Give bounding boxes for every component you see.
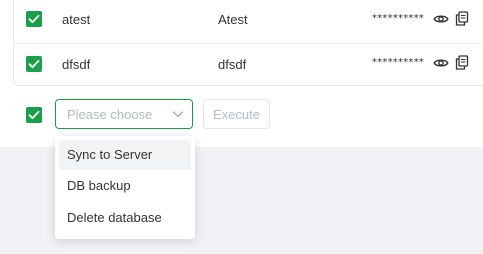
copy-icon[interactable] bbox=[455, 11, 469, 26]
check-icon bbox=[28, 14, 40, 24]
execute-button[interactable]: Execute bbox=[203, 99, 270, 129]
option-db-backup[interactable]: DB backup bbox=[59, 171, 191, 201]
database-list-card: atest Atest ********** dfsdf dfsdf *****… bbox=[0, 0, 483, 147]
check-icon bbox=[28, 110, 40, 120]
option-delete-database[interactable]: Delete database bbox=[59, 203, 191, 233]
database-display-name: dfsdf bbox=[218, 57, 247, 72]
masked-password: ********** bbox=[372, 57, 424, 68]
batch-action-dropdown: Sync to Server DB backup Delete database bbox=[55, 136, 195, 239]
chevron-down-icon bbox=[172, 111, 184, 118]
option-sync-to-server[interactable]: Sync to Server bbox=[59, 140, 191, 170]
select-all-checkbox[interactable] bbox=[26, 107, 42, 123]
row-checkbox[interactable] bbox=[26, 11, 42, 27]
table-row: dfsdf dfsdf ********** bbox=[14, 43, 483, 87]
copy-icon[interactable] bbox=[455, 55, 469, 70]
masked-password: ********** bbox=[372, 13, 424, 24]
table-row: atest Atest ********** bbox=[14, 0, 483, 44]
database-display-name: Atest bbox=[218, 12, 248, 27]
row-checkbox[interactable] bbox=[26, 56, 42, 72]
check-icon bbox=[28, 59, 40, 69]
eye-icon[interactable] bbox=[433, 56, 449, 70]
database-table: atest Atest ********** dfsdf dfsdf *****… bbox=[13, 0, 483, 86]
database-name: dfsdf bbox=[62, 57, 91, 72]
batch-action-select[interactable]: Please choose bbox=[55, 99, 193, 129]
select-placeholder: Please choose bbox=[67, 107, 153, 122]
database-name: atest bbox=[62, 12, 91, 27]
eye-icon[interactable] bbox=[433, 12, 449, 26]
